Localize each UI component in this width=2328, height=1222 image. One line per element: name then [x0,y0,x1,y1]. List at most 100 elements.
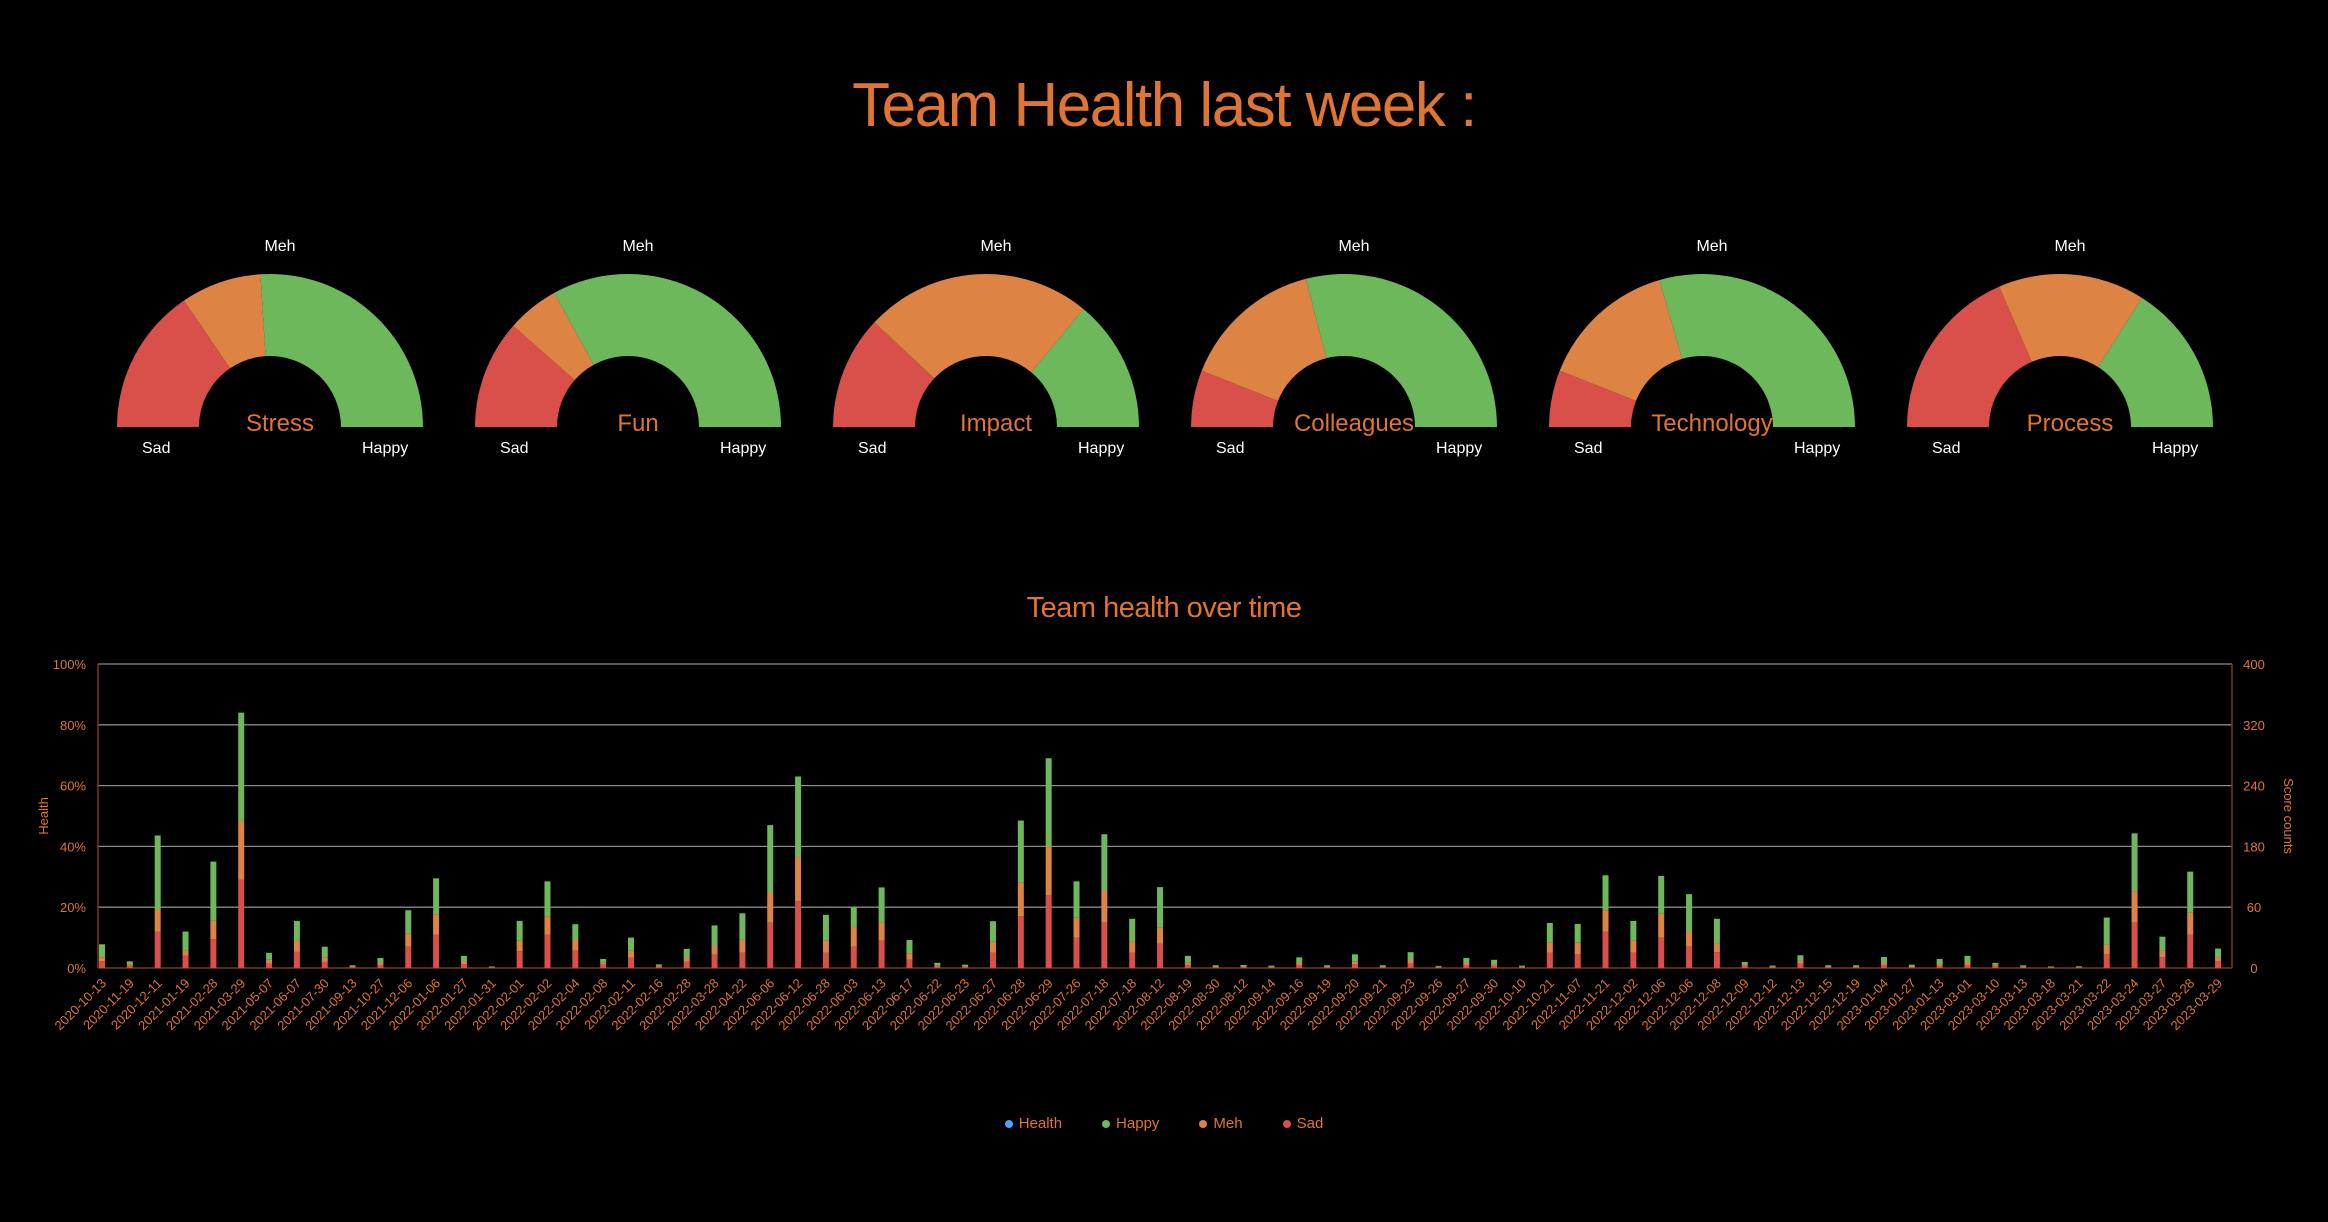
bar-happy[interactable] [182,931,189,951]
bar-meh[interactable] [182,950,189,956]
bar-happy[interactable] [1658,875,1665,914]
bar-happy[interactable] [906,940,913,954]
bar-meh[interactable] [1853,966,1860,968]
bar-sad[interactable] [405,946,412,968]
bar-happy[interactable] [962,964,969,967]
bar-meh[interactable] [460,961,467,965]
bar-sad[interactable] [989,952,996,968]
bar-happy[interactable] [1351,954,1358,962]
bar-happy[interactable] [1073,881,1080,918]
bar-sad[interactable] [1769,967,1776,968]
bar-happy[interactable] [1602,875,1609,911]
bar-happy[interactable] [739,913,746,940]
bar-meh[interactable] [1964,962,1971,965]
bar-meh[interactable] [321,957,328,962]
bar-meh[interactable] [767,892,774,923]
bar-meh[interactable] [1184,962,1191,965]
bar-sad[interactable] [1936,965,1943,968]
bar-meh[interactable] [1574,942,1581,955]
bar-meh[interactable] [1101,890,1108,923]
bar-sad[interactable] [1184,964,1191,968]
bar-meh[interactable] [1769,966,1776,968]
bar-meh[interactable] [1713,943,1720,953]
bar-meh[interactable] [795,857,802,902]
bar-meh[interactable] [433,914,440,935]
bar-sad[interactable] [1602,931,1609,968]
bar-happy[interactable] [126,961,133,965]
bar-happy[interactable] [1045,758,1052,847]
bar-meh[interactable] [2215,957,2222,962]
bar-meh[interactable] [266,959,273,964]
bar-meh[interactable] [1658,913,1665,938]
bar-happy[interactable] [2159,936,2166,951]
bar-happy[interactable] [321,946,328,958]
bar-happy[interactable] [1491,959,1498,965]
bar-meh[interactable] [850,926,857,947]
bar-happy[interactable] [1296,957,1303,963]
bar-meh[interactable] [210,920,217,940]
bar-meh[interactable] [1519,966,1525,968]
bar-meh[interactable] [962,966,969,968]
bar-sad[interactable] [572,950,579,968]
bar-sad[interactable] [99,961,105,968]
bar-sad[interactable] [516,951,523,968]
bar-happy[interactable] [266,952,273,960]
bar-sad[interactable] [210,939,217,968]
bar-happy[interactable] [1574,923,1581,943]
bar-meh[interactable] [126,964,133,966]
bar-happy[interactable] [2075,966,2082,967]
bar-sad[interactable] [1463,964,1470,968]
bar-sad[interactable] [1268,967,1275,968]
bar-happy[interactable] [711,925,718,946]
bar-sad[interactable] [1880,964,1887,968]
bar-happy[interactable] [516,920,523,941]
bar-meh[interactable] [1212,966,1219,968]
bar-happy[interactable] [683,948,690,958]
bar-sad[interactable] [1129,952,1136,968]
bar-sad[interactable] [2187,934,2194,968]
bar-meh[interactable] [1546,942,1553,953]
bar-sad[interactable] [377,964,384,968]
bar-sad[interactable] [1853,967,1860,968]
bar-sad[interactable] [1546,952,1553,968]
bar-happy[interactable] [2215,948,2222,958]
bar-sad[interactable] [1101,922,1108,968]
bar-happy[interactable] [1519,965,1525,967]
bar-meh[interactable] [822,940,829,953]
bar-happy[interactable] [377,957,384,963]
bar-happy[interactable] [878,887,885,923]
bar-happy[interactable] [293,920,300,941]
bar-sad[interactable] [126,965,133,968]
bar-happy[interactable] [1880,957,1887,963]
bar-meh[interactable] [1045,846,1052,896]
bar-sad[interactable] [1964,964,1971,968]
bar-happy[interactable] [1908,964,1915,967]
bar-meh[interactable] [1017,882,1024,917]
bar-sad[interactable] [1825,967,1832,968]
bar-meh[interactable] [934,965,941,967]
bar-sad[interactable] [2020,967,2027,968]
bar-sad[interactable] [934,966,941,968]
bar-sad[interactable] [822,952,829,968]
bar-happy[interactable] [2187,871,2194,913]
bar-meh[interactable] [1880,962,1887,965]
bar-sad[interactable] [1491,965,1498,968]
bar-sad[interactable] [1157,943,1164,968]
bar-sad[interactable] [349,967,356,968]
bar-sad[interactable] [1658,937,1665,968]
bar-sad[interactable] [488,967,495,968]
bar-happy[interactable] [767,825,774,892]
bar-sad[interactable] [600,964,607,968]
bar-sad[interactable] [182,955,189,968]
bar-sad[interactable] [1630,952,1637,968]
bar-happy[interactable] [154,835,161,910]
bar-sad[interactable] [2103,954,2110,968]
bar-happy[interactable] [2048,966,2055,968]
bar-meh[interactable] [238,820,245,880]
bar-sad[interactable] [154,931,161,968]
bar-meh[interactable] [2075,966,2082,968]
bar-happy[interactable] [2131,833,2138,892]
bar-meh[interactable] [293,940,300,952]
bar-sad[interactable] [1992,965,1999,968]
bar-meh[interactable] [1602,910,1609,932]
